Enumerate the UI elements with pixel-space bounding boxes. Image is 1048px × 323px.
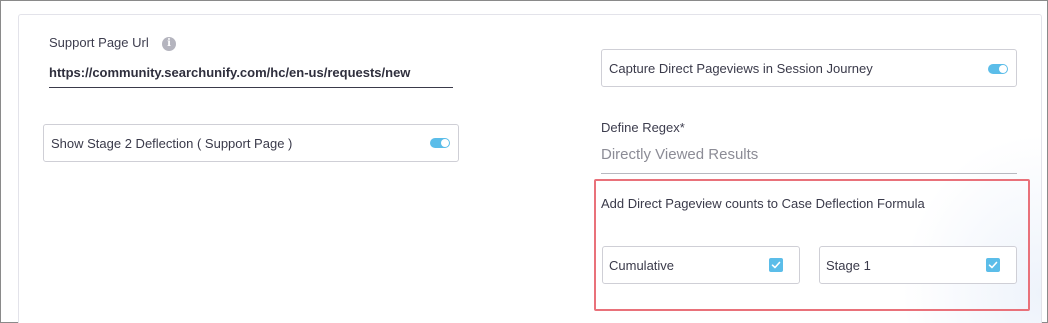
support-page-url-label: Support Page Url [49,35,149,50]
define-regex-label: Define Regex* [601,120,685,135]
stage2-deflection-switch[interactable] [430,138,450,148]
cumulative-label: Cumulative [609,258,675,273]
stage2-deflection-label: Show Stage 2 Deflection ( Support Page ) [51,136,293,151]
regex-input[interactable]: Directly Viewed Results [601,146,758,163]
check-icon [988,261,998,269]
check-icon [771,261,781,269]
stage1-label: Stage 1 [826,258,871,273]
formula-title: Add Direct Pageview counts to Case Defle… [601,196,925,211]
stage1-checkbox[interactable] [986,258,1000,272]
stage1-option[interactable]: Stage 1 [819,246,1017,284]
info-icon[interactable]: i [162,37,176,51]
regex-input-underline [601,173,1017,174]
stage2-deflection-toggle-row: Show Stage 2 Deflection ( Support Page ) [43,124,459,162]
cumulative-option[interactable]: Cumulative [602,246,800,284]
capture-pageviews-toggle-row: Capture Direct Pageviews in Session Jour… [601,49,1017,87]
support-page-url-underline [49,87,453,88]
switch-knob [441,139,449,147]
cumulative-checkbox[interactable] [769,258,783,272]
capture-pageviews-switch[interactable] [988,64,1008,74]
switch-knob [999,65,1007,73]
support-page-url-value[interactable]: https://community.searchunify.com/hc/en-… [49,65,410,80]
capture-pageviews-label: Capture Direct Pageviews in Session Jour… [609,61,873,76]
